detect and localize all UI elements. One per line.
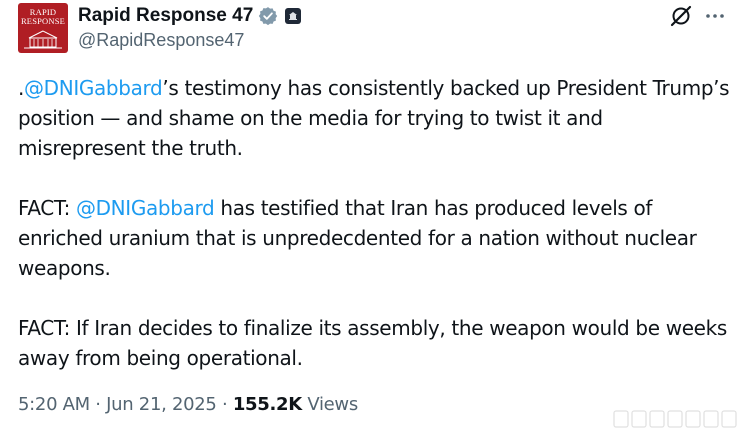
tweet-paragraph-1: .@DNIGabbard’s testimony has consistentl… xyxy=(18,73,733,163)
tweet-paragraph-3: FACT: If Iran decides to finalize its as… xyxy=(18,316,727,370)
views-label: Views xyxy=(301,394,358,415)
post-date[interactable]: Jun 21, 2025 xyxy=(106,394,217,415)
more-options-icon[interactable] xyxy=(703,4,727,28)
white-house-affiliate-icon[interactable] xyxy=(285,8,302,24)
separator: · xyxy=(216,394,233,415)
tweet-paragraph-2: FACT: @DNIGabbard has testified that Ira… xyxy=(18,193,733,283)
avatar-logo-text: RAPID RESPONSE xyxy=(20,7,66,26)
views-count: 155.2K xyxy=(232,394,302,415)
post-time[interactable]: 5:20 AM xyxy=(18,394,90,415)
tweet-text: .@DNIGabbard’s testimony has consistentl… xyxy=(18,73,733,373)
separator: · xyxy=(89,394,107,415)
author-handle[interactable]: @RapidResponse47 xyxy=(78,30,244,51)
avatar[interactable]: RAPID RESPONSE xyxy=(18,3,68,53)
white-house-icon xyxy=(24,30,62,49)
tweet-meta: 5:20 AM · Jun 21, 2025 · 155.2K Views xyxy=(18,394,358,415)
paragraph-prefix: FACT: xyxy=(18,196,76,220)
grok-icon[interactable] xyxy=(669,4,693,28)
author-display-name[interactable]: Rapid Response 47 xyxy=(78,5,253,27)
tweet-card: RAPID RESPONSE Rapid Response 47 @RapidR… xyxy=(0,0,746,437)
author-name-row: Rapid Response 47 xyxy=(78,4,302,28)
verified-badge-icon[interactable] xyxy=(258,6,278,26)
mention-link[interactable]: @DNIGabbard xyxy=(24,76,163,100)
mention-link[interactable]: @DNIGabbard xyxy=(76,196,215,220)
watermark-logo xyxy=(613,410,737,428)
